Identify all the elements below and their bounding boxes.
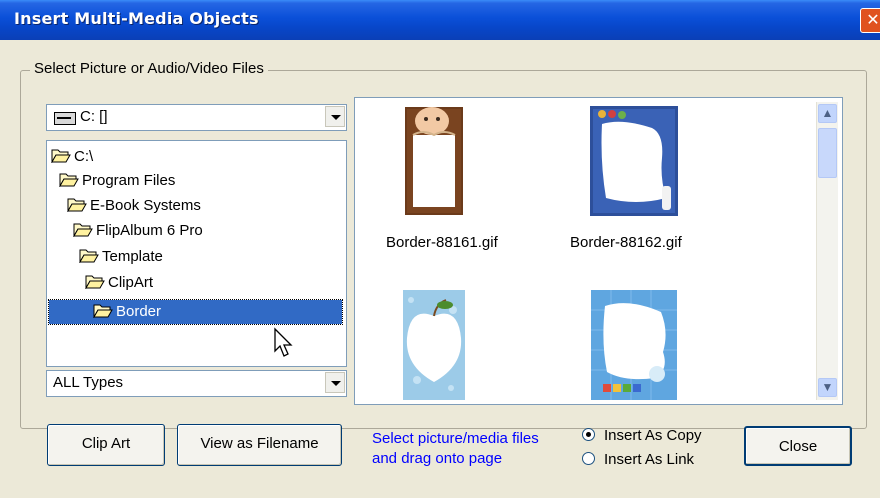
open-folder-icon	[51, 149, 71, 163]
thumbnail-border-blocks[interactable]	[591, 290, 677, 400]
window-close-icon[interactable]: ✕	[860, 8, 880, 33]
hint-line-1: Select picture/media files	[372, 430, 539, 447]
tree-item-label: Program Files	[82, 172, 176, 189]
open-folder-icon	[59, 173, 79, 187]
groupbox-legend: Select Picture or Audio/Video Files	[30, 60, 268, 77]
thumbnail-border-88161[interactable]	[405, 107, 463, 215]
open-folder-icon	[67, 198, 87, 212]
tree-item-label: E-Book Systems	[90, 197, 201, 214]
drive-icon	[54, 112, 76, 125]
close-button[interactable]: Close	[744, 426, 852, 466]
folder-tree[interactable]: C:\ Program Files E-Book Systems FlipAlb…	[46, 140, 347, 367]
insert-as-copy-label: Insert As Copy	[604, 427, 702, 444]
chevron-down-icon[interactable]	[325, 372, 345, 393]
thumbnail-border-88162[interactable]	[590, 106, 678, 216]
open-folder-icon	[79, 249, 99, 263]
thumbnail-scrollbar[interactable]: ▲ ▼	[816, 102, 838, 400]
file-type-value: ALL Types	[53, 374, 124, 391]
window-title: Insert Multi-Media Objects	[14, 9, 259, 28]
radio-checked-icon[interactable]	[582, 428, 595, 441]
scrollbar-thumb[interactable]	[818, 128, 837, 178]
tree-item-flipalbum[interactable]: FlipAlbum 6 Pro	[73, 219, 203, 243]
open-folder-icon	[73, 223, 93, 237]
insert-as-link-radio[interactable]: Insert As Link	[582, 451, 694, 468]
open-folder-icon	[93, 304, 113, 318]
tree-item-template[interactable]: Template	[79, 245, 163, 269]
drag-hint-text: Select picture/media files and drag onto…	[372, 429, 572, 469]
mouse-pointer-icon	[274, 327, 293, 357]
tree-item-c-drive[interactable]: C:\	[51, 145, 93, 169]
tree-item-program-files[interactable]: Program Files	[59, 169, 175, 193]
hint-line-2: and drag onto page	[372, 450, 503, 467]
view-as-filename-button[interactable]: View as Filename	[177, 424, 342, 466]
thumbnail-label: Border-88162.gif	[570, 234, 682, 251]
scroll-up-icon[interactable]: ▲	[818, 104, 837, 123]
tree-item-label: Border	[116, 303, 162, 320]
tree-item-e-book-systems[interactable]: E-Book Systems	[67, 194, 201, 218]
insert-multimedia-dialog: Insert Multi-Media Objects ✕ Select Pict…	[0, 0, 880, 498]
tree-item-clipart[interactable]: ClipArt	[85, 271, 153, 295]
insert-as-copy-radio[interactable]: Insert As Copy	[582, 427, 702, 444]
thumbnail-label: Border-88161.gif	[386, 234, 498, 251]
insert-as-link-label: Insert As Link	[604, 451, 695, 468]
chevron-down-icon[interactable]	[325, 106, 345, 127]
tree-item-label: C:\	[74, 148, 94, 165]
drive-select[interactable]: C: []	[46, 104, 347, 131]
file-type-select[interactable]: ALL Types	[46, 370, 347, 397]
tree-item-border[interactable]: Border	[48, 299, 343, 325]
tree-item-label: Template	[102, 248, 163, 265]
tree-item-label: FlipAlbum 6 Pro	[96, 222, 203, 239]
radio-unchecked-icon[interactable]	[582, 452, 595, 465]
title-bar[interactable]: Insert Multi-Media Objects ✕	[0, 0, 880, 40]
scroll-down-icon[interactable]: ▼	[818, 378, 837, 397]
open-folder-icon	[85, 275, 105, 289]
clip-art-button[interactable]: Clip Art	[47, 424, 165, 466]
thumbnail-border-apple[interactable]	[403, 290, 465, 400]
tree-item-label: ClipArt	[108, 274, 154, 291]
drive-value: C: []	[80, 108, 108, 125]
